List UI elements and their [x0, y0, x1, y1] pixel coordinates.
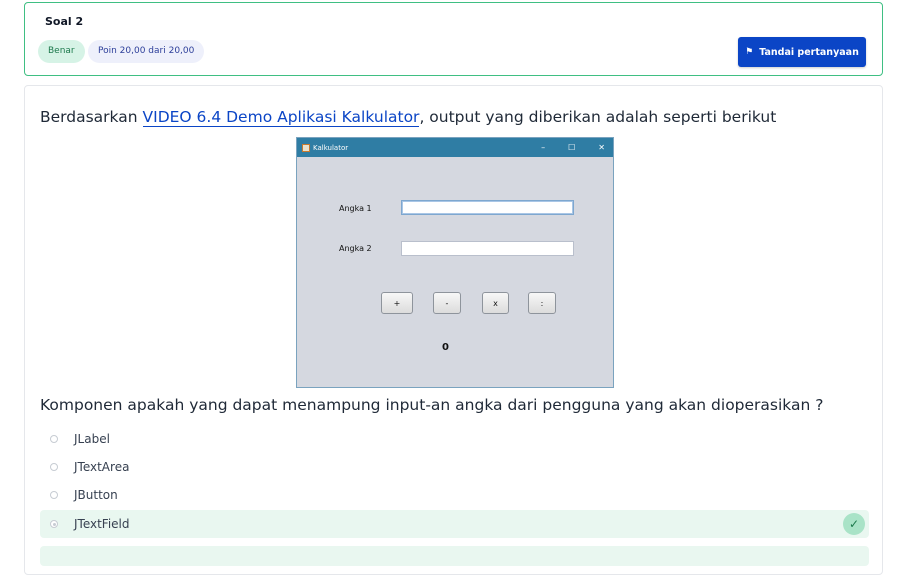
calc-subtract-button: - — [433, 292, 461, 314]
flag-question-button[interactable]: ⚑ Tandai pertanyaan — [738, 37, 866, 67]
answer-option-jlabel[interactable]: JLabel — [40, 425, 869, 453]
correct-check-icon: ✓ — [843, 513, 865, 535]
angka2-label: Angka 2 — [339, 244, 372, 253]
answer-option-jtextfield[interactable]: JTextField ✓ — [40, 510, 869, 538]
question-intro: Berdasarkan VIDEO 6.4 Demo Aplikasi Kalk… — [40, 108, 777, 127]
video-link[interactable]: VIDEO 6.4 Demo Aplikasi Kalkulator — [142, 108, 420, 127]
angka2-field — [401, 241, 574, 256]
question-intro-prefix: Berdasarkan — [40, 108, 143, 126]
maximize-icon: ☐ — [568, 143, 576, 152]
radio-button-selected[interactable] — [50, 520, 58, 528]
radio-button[interactable] — [50, 435, 58, 443]
answer-option-jtextarea[interactable]: JTextArea — [40, 453, 869, 481]
answer-option-label: JLabel — [74, 432, 110, 446]
flag-question-label: Tandai pertanyaan — [759, 46, 859, 58]
close-icon: ✕ — [598, 143, 605, 152]
calc-result: 0 — [442, 342, 449, 353]
answer-option-jbutton[interactable]: JButton — [40, 481, 869, 509]
calc-add-button: + — [381, 292, 413, 314]
calc-divide-button: : — [528, 292, 556, 314]
window-controls: – ☐ ✕ — [541, 138, 605, 157]
java-icon — [302, 143, 310, 152]
angka1-field — [401, 200, 574, 215]
calc-multiply-button: x — [482, 292, 509, 314]
angka1-label: Angka 1 — [339, 204, 372, 213]
question-intro-suffix: , output yang diberikan adalah seperti b… — [419, 108, 777, 126]
feedback-panel — [40, 546, 869, 566]
minimize-icon: – — [541, 143, 546, 152]
question-info-card: Soal 2 Benar Poin 20,00 dari 20,00 ⚑ Tan… — [24, 2, 883, 76]
radio-button[interactable] — [50, 491, 58, 499]
flag-icon: ⚑ — [745, 47, 754, 57]
calculator-screenshot: Kalkulator – ☐ ✕ Angka 1 Angka 2 + - x :… — [296, 137, 614, 388]
status-badge: Benar — [38, 40, 85, 63]
radio-button[interactable] — [50, 463, 58, 471]
question-prompt: Komponen apakah yang dapat menampung inp… — [40, 396, 824, 414]
points-badge: Poin 20,00 dari 20,00 — [88, 40, 205, 63]
calculator-titlebar: Kalkulator – ☐ ✕ — [297, 138, 613, 157]
question-number: Soal 2 — [45, 15, 84, 28]
answer-option-label: JTextArea — [74, 460, 130, 474]
calculator-window-title: Kalkulator — [313, 143, 349, 152]
answer-option-label: JTextField — [74, 517, 130, 531]
answer-option-label: JButton — [74, 488, 118, 502]
